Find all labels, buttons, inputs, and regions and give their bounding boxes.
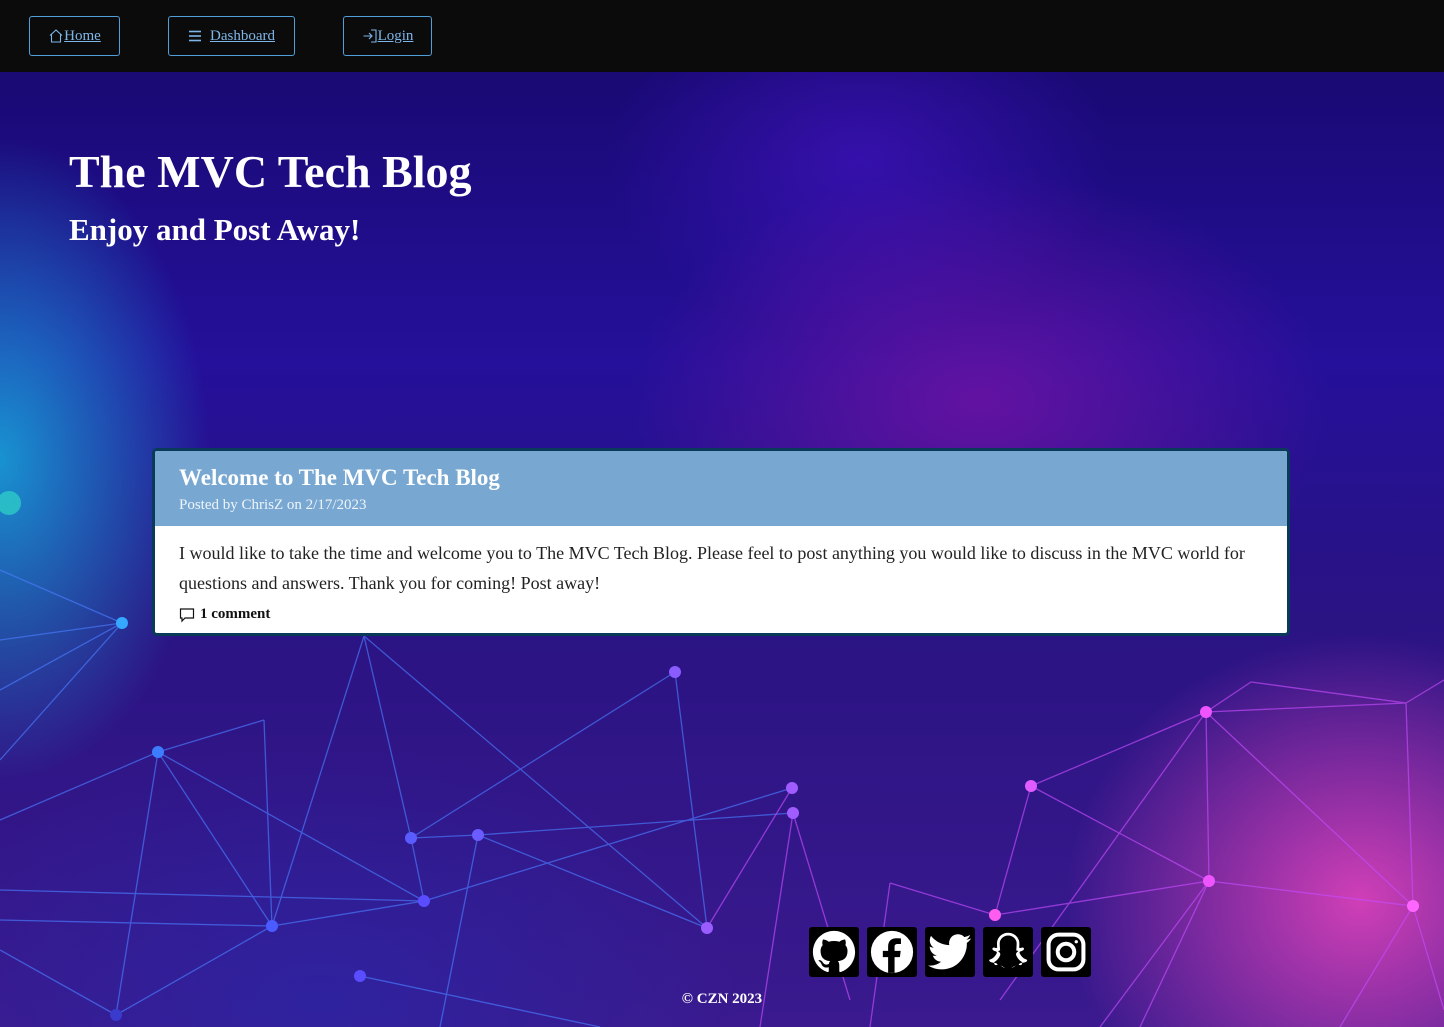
- instagram-link[interactable]: [1041, 927, 1091, 977]
- site-title: The MVC Tech Blog: [69, 146, 472, 197]
- instagram-icon: [1046, 932, 1086, 972]
- facebook-link[interactable]: [867, 927, 917, 977]
- home-button[interactable]: Home: [29, 16, 120, 56]
- facebook-icon: [870, 930, 914, 974]
- snapchat-link[interactable]: [983, 927, 1033, 977]
- site-subtitle: Enjoy and Post Away!: [69, 212, 361, 247]
- copyright: © CZN 2023: [681, 991, 763, 1007]
- page-header: The MVC Tech Blog Enjoy and Post Away!: [69, 140, 472, 252]
- login-icon: [363, 29, 377, 43]
- social-links: [809, 927, 1091, 977]
- comment-icon: [179, 607, 195, 622]
- snapchat-icon: [989, 932, 1028, 970]
- twitter-icon: [928, 934, 972, 970]
- post-content: I would like to take the time and welcom…: [179, 543, 1245, 593]
- post-card: Welcome to The MVC Tech Blog Posted by C…: [152, 448, 1290, 636]
- top-navbar: Home Dashboard Login: [0, 0, 1444, 72]
- post-meta: Posted by ChrisZ on 2/17/2023: [179, 497, 367, 513]
- login-button[interactable]: Login: [343, 16, 432, 56]
- login-label: Login: [377, 27, 414, 44]
- menu-icon: [189, 30, 201, 42]
- comments-count: 1 comment: [200, 606, 271, 622]
- comments-link[interactable]: 1 comment: [179, 606, 1263, 623]
- home-label: Home: [64, 27, 101, 44]
- dashboard-label: Dashboard: [210, 27, 275, 44]
- dashboard-button[interactable]: Dashboard: [168, 16, 295, 56]
- github-link[interactable]: [809, 927, 859, 977]
- post-card-body: I would like to take the time and welcom…: [155, 526, 1287, 623]
- post-card-header: Welcome to The MVC Tech Blog Posted by C…: [155, 451, 1287, 526]
- post-title[interactable]: Welcome to The MVC Tech Blog: [179, 451, 1287, 492]
- home-icon: [49, 29, 63, 43]
- github-icon: [812, 930, 856, 973]
- twitter-link[interactable]: [925, 927, 975, 977]
